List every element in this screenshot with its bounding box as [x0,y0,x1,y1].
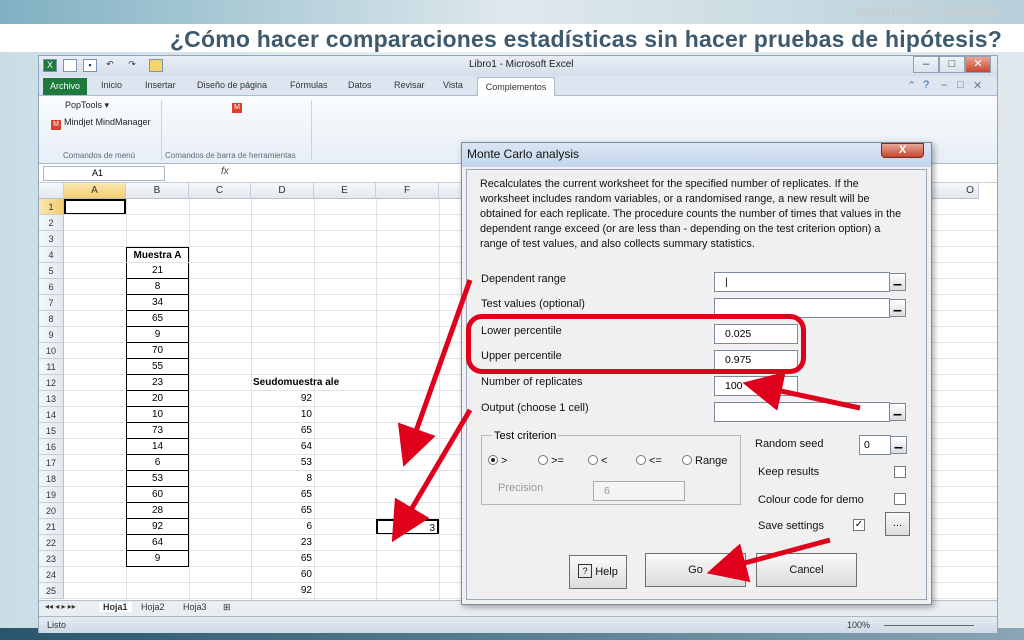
annotation-arrows [391,279,861,583]
arrow-output-to-cell [391,408,473,543]
arrow-go [706,537,831,583]
arrow-replicates [742,371,861,411]
